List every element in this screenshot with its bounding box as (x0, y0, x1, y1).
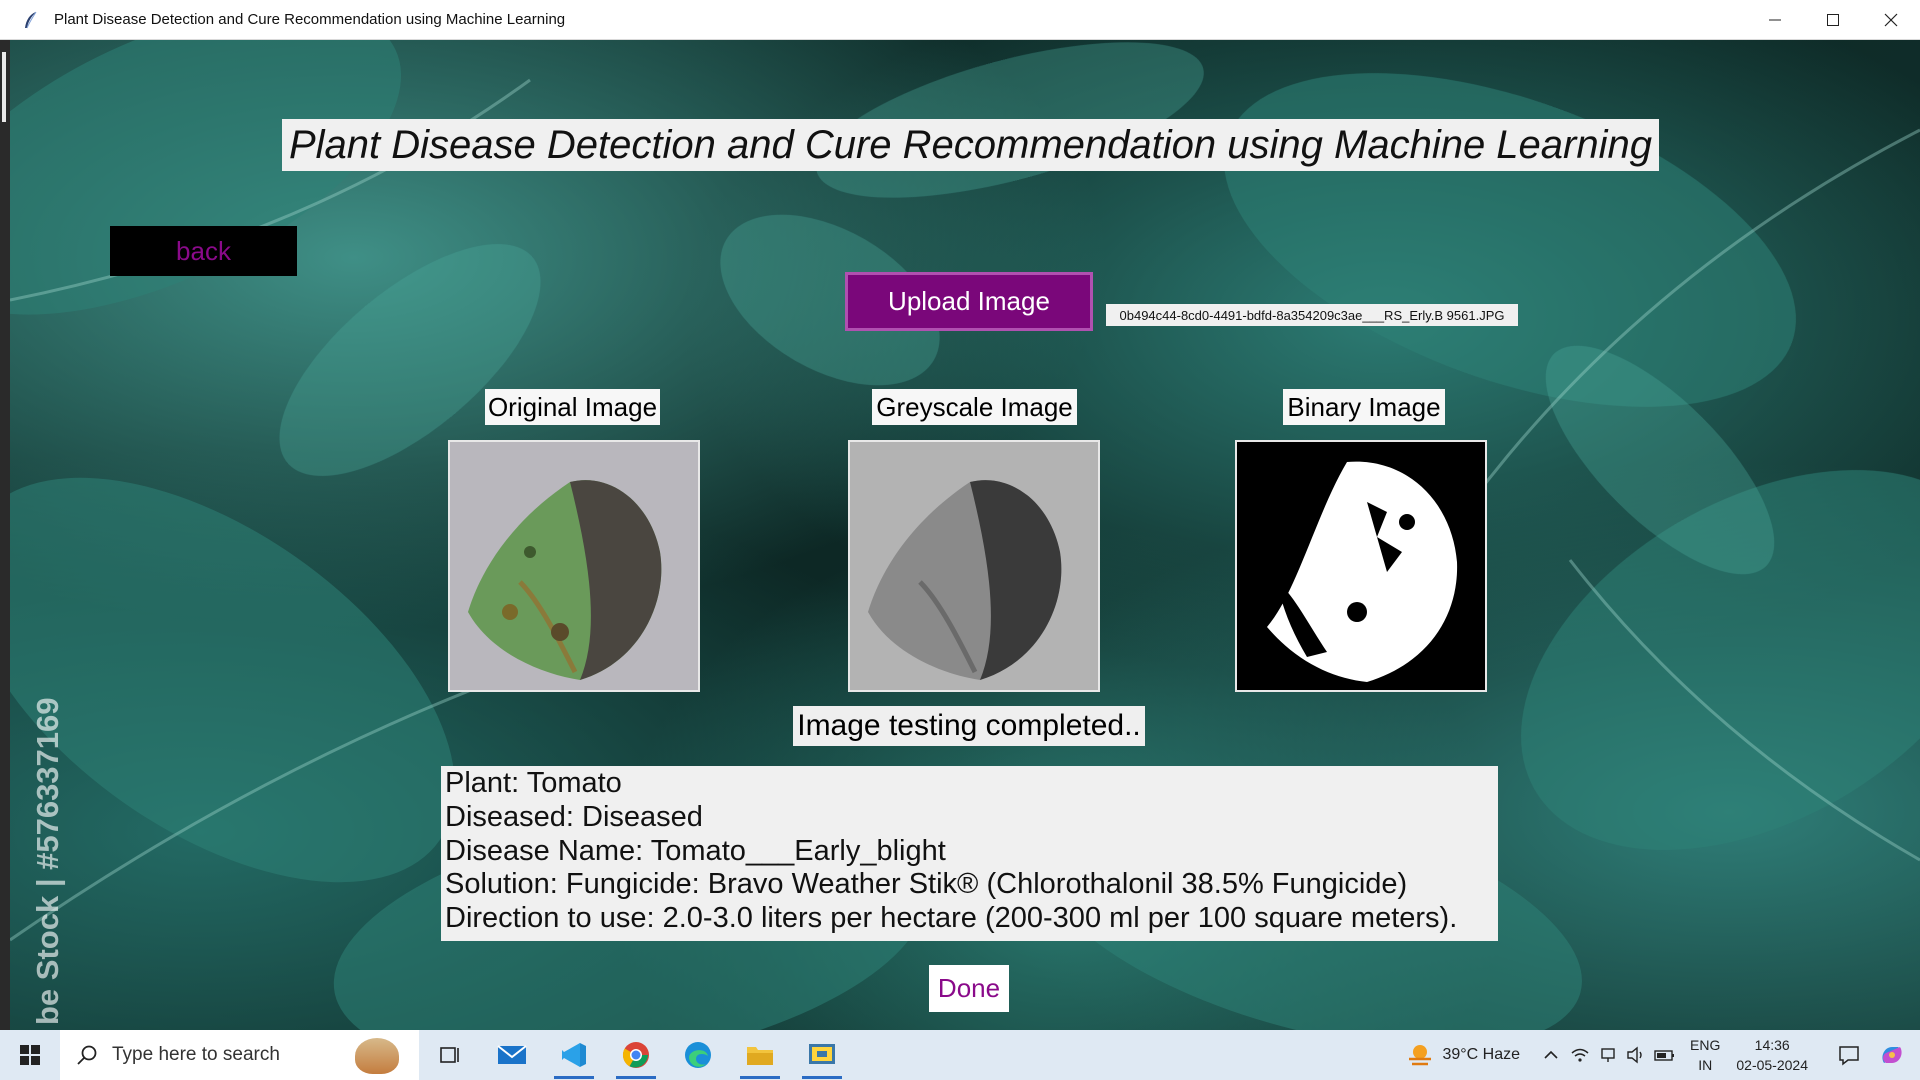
greyscale-image-label: Greyscale Image (872, 389, 1077, 425)
windows-icon (20, 1045, 40, 1065)
clock-date: 02-05-2024 (1736, 1057, 1808, 1073)
volume-icon[interactable] (1626, 1046, 1646, 1064)
upload-image-button[interactable]: Upload Image (845, 272, 1093, 331)
weather-haze-icon (1409, 1045, 1432, 1066)
result-diseased: Diseased: Diseased (445, 800, 703, 833)
left-edge-strip (0, 40, 10, 1030)
edge-app[interactable] (667, 1030, 729, 1080)
leaf-photo-binary (1237, 442, 1485, 690)
minimize-button[interactable] (1746, 0, 1804, 39)
selected-filename: 0b494c44-8cd0-4491-bdfd-8a354209c3ae___R… (1106, 304, 1518, 326)
language-code: ENG (1690, 1037, 1721, 1053)
leaf-photo-greyscale (850, 442, 1098, 690)
file-explorer-app[interactable] (729, 1030, 791, 1080)
window-title: Plant Disease Detection and Cure Recomme… (54, 11, 566, 28)
original-image (448, 440, 700, 692)
maximize-button[interactable] (1804, 0, 1862, 39)
copilot-icon[interactable] (1878, 1041, 1906, 1069)
close-button[interactable] (1862, 0, 1920, 39)
python-window-icon (809, 1044, 835, 1064)
network-icon[interactable] (1598, 1046, 1618, 1064)
window-titlebar: Plant Disease Detection and Cure Recomme… (0, 0, 1920, 40)
back-button[interactable]: back (110, 226, 297, 276)
mail-icon (497, 1045, 527, 1064)
done-button[interactable]: Done (929, 965, 1009, 1012)
search-icon (77, 1045, 97, 1065)
region-code: IN (1698, 1057, 1713, 1073)
language-indicator[interactable]: ENG IN (1690, 1035, 1720, 1075)
maximize-icon (1827, 13, 1839, 26)
result-plant: Plant: Tomato (445, 767, 622, 799)
task-view-icon (440, 1047, 459, 1063)
search-placeholder: Type here to search (112, 1044, 280, 1065)
scroll-indicator (2, 52, 6, 122)
app-heading: Plant Disease Detection and Cure Recomme… (282, 119, 1659, 171)
python-app[interactable] (791, 1030, 853, 1080)
weather-text[interactable]: 39°C Haze (1442, 1046, 1520, 1064)
search-highlight-icon (355, 1038, 399, 1074)
result-direction: Direction to use: 2.0-3.0 liters per hec… (445, 902, 1458, 935)
greyscale-image (848, 440, 1100, 692)
original-image-label: Original Image (485, 389, 660, 425)
vscode-icon (562, 1043, 586, 1067)
system-tray: 39°C Haze ENG IN 14:36 02-05-2024 (1406, 1030, 1920, 1080)
notification-icon[interactable] (1838, 1044, 1860, 1066)
binary-image (1235, 440, 1487, 692)
vscode-app[interactable] (543, 1030, 605, 1080)
clock[interactable]: 14:36 02-05-2024 (1736, 1035, 1808, 1075)
chrome-icon (622, 1042, 649, 1068)
minimize-icon (1769, 19, 1781, 20)
result-panel: Plant: Tomato Diseased: Diseased Disease… (441, 766, 1498, 941)
taskbar: Type here to search 39°C Haze ENG IN 14:… (0, 1030, 1920, 1080)
leaf-photo-original (450, 442, 698, 690)
battery-icon[interactable] (1654, 1046, 1676, 1064)
taskbar-search[interactable]: Type here to search (60, 1030, 419, 1080)
task-view-button[interactable] (419, 1030, 481, 1080)
stock-watermark: be Stock | #576337169 (30, 697, 65, 1025)
binary-image-label: Binary Image (1283, 389, 1445, 425)
close-icon (1884, 13, 1898, 26)
edge-icon (685, 1042, 711, 1068)
mail-app[interactable] (481, 1030, 543, 1080)
status-message: Image testing completed.. (793, 706, 1145, 746)
clock-time: 14:36 (1754, 1037, 1790, 1053)
chrome-app[interactable] (605, 1030, 667, 1080)
feather-icon (25, 11, 37, 28)
start-button[interactable] (0, 1030, 60, 1080)
wifi-icon[interactable] (1570, 1046, 1590, 1064)
folder-icon (747, 1047, 773, 1065)
result-solution: Solution: Fungicide: Bravo Weather Stik®… (445, 868, 1408, 901)
result-disease-name: Disease Name: Tomato___Early_blight (445, 834, 946, 867)
chevron-up-icon[interactable] (1542, 1046, 1560, 1064)
